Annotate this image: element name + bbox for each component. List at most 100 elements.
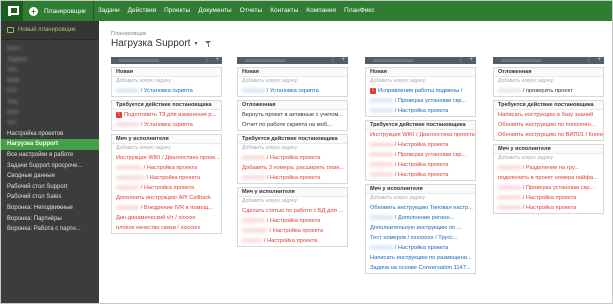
task-card[interactable]: xxxxxxx / Настройка проекта	[238, 236, 347, 246]
task-card[interactable]: Обновить инструкцию по ВИП01 / Кнопк...	[494, 130, 603, 140]
add-icon[interactable]: +	[597, 57, 601, 64]
task-card[interactable]: Добавить 3 номера, расширить план...	[238, 163, 347, 173]
sidebar-item[interactable]: Рабочий стол Sales	[1, 192, 99, 203]
more-icon[interactable]: ⋮	[330, 57, 336, 64]
sidebar-item[interactable]: Сводные данные	[1, 171, 99, 182]
task-card[interactable]: xxxxxxxx / Проверка установки скр...	[494, 183, 603, 193]
nav-item[interactable]: Компания	[302, 1, 340, 21]
task-card[interactable]: xxxxxxxxxx / Настройка проекта	[112, 173, 221, 183]
task-card[interactable]: xxxxxxxx / Настройка проекта	[494, 203, 603, 213]
sidebar-item[interactable]: Нагрузка Support	[1, 139, 99, 150]
task-card[interactable]: xxxxxxxx / Настройка проекта	[366, 170, 475, 180]
task-card[interactable]: xxxxxxxx / Внедрение IVR в помощ...	[112, 203, 221, 213]
task-card[interactable]: Написать инструкцию по размещени...	[366, 253, 475, 263]
task-card[interactable]: плохое качество связи / xxxxxxx	[112, 223, 221, 233]
task-card[interactable]: ! Подготовить ТЗ для изменения р...	[112, 110, 221, 120]
add-icon[interactable]: +	[215, 57, 219, 64]
task-card[interactable]: xxxxxxxxx / Настройка проекта	[238, 226, 347, 236]
task-card[interactable]: xxxxxxxx / Настройка проекта	[238, 216, 347, 226]
add-task-link[interactable]: Добавить новую задачу	[112, 144, 221, 153]
add-task-link[interactable]: Добавить новую задачу	[112, 77, 221, 86]
filter-icon[interactable]	[205, 40, 212, 47]
task-card[interactable]: Инструкция WIKI / Диагностика проек...	[112, 153, 221, 163]
breadcrumb[interactable]: Планировщик	[111, 31, 146, 37]
sidebar-item[interactable]: Задачи Support просроче...	[1, 161, 99, 172]
add-icon[interactable]: +	[341, 57, 345, 64]
task-card[interactable]: Инструкция WIKI / Диагностика проекта	[366, 130, 475, 140]
add-task-link[interactable]: Добавить новую задачу	[366, 77, 475, 86]
sidebar-item[interactable]: Арх	[1, 65, 99, 76]
task-card[interactable]: Тест номеров / xxxxxxxx / Трусс...	[366, 233, 475, 243]
add-task-link[interactable]: Добавить новую задачу	[494, 77, 603, 86]
app-name[interactable]: Планировщик	[44, 8, 93, 15]
add-task-link[interactable]: Добавить новую задачу	[494, 154, 603, 163]
nav-item[interactable]: Документы	[194, 1, 236, 21]
nav-item[interactable]: Отчеты	[236, 1, 266, 21]
sidebar-item[interactable]: Акт	[1, 118, 99, 129]
planfix-logo-icon[interactable]	[1, 1, 23, 21]
more-icon[interactable]: ⋮	[586, 57, 592, 64]
task-card[interactable]: xxxxxxxx / Установка скрипта	[112, 120, 221, 130]
sidebar-item[interactable]: Воронка: Партнёры	[1, 214, 99, 225]
task-card[interactable]: xxxxxxxxx / Настройка проекта	[112, 163, 221, 173]
sidebar-item[interactable]: Билл	[1, 44, 99, 55]
plus-icon[interactable]: +	[29, 6, 38, 16]
task-card[interactable]: xxxxxxxx / Установка скрипта	[238, 86, 347, 96]
new-planner-button[interactable]: Новый планировщик	[1, 21, 99, 40]
sidebar-item[interactable]: Инб	[1, 108, 99, 119]
sidebar-item[interactable]: Воронка: Работа с партн...	[1, 224, 99, 235]
task-card[interactable]: Вернуть проект в активные с учетом...	[238, 110, 347, 120]
task-card[interactable]: xxxxxxxx / Разделение на гру...	[494, 163, 603, 173]
task-card[interactable]: Дополнить инструкцию API Callback	[112, 193, 221, 203]
task-card[interactable]: Обновить инструкцию по пополнен...	[494, 120, 603, 130]
add-task-link[interactable]: Добавить новую задачу	[238, 197, 347, 206]
task-title: Дополнительную инструкцию по ...	[370, 225, 462, 231]
sidebar-item[interactable]: Зад	[1, 97, 99, 108]
task-card[interactable]: ! Исправления работы подмены /	[366, 86, 475, 96]
task-card[interactable]: xxxxxxxx / Настройка проекта	[494, 193, 603, 203]
task-card[interactable]: xxxxxxxx / Проверка установки скр...	[366, 150, 475, 160]
task-card[interactable]: xxxxxxxx / Дополнение регион...	[366, 213, 475, 223]
task-title: / Настройка проекта	[266, 155, 321, 161]
task-card[interactable]: xxxxxxxx / Настройка проекта	[238, 153, 347, 163]
task-card[interactable]: xxxxxxxx / Настройка проекта	[366, 106, 475, 116]
task-owner: xxxxxxxx	[498, 165, 521, 171]
task-card[interactable]: Дин.динамический к/т / xxxxxx	[112, 213, 221, 223]
add-icon[interactable]: +	[469, 57, 473, 64]
task-card[interactable]: Сделать статью по работе с БД для ...	[238, 206, 347, 216]
task-card[interactable]: Обновить инструкцию Типовая настр...	[366, 203, 475, 213]
add-task-link[interactable]: Добавить новую задачу	[238, 77, 347, 86]
task-card[interactable]: Отчет по работе скрипта на моб...	[238, 120, 347, 130]
nav-item[interactable]: Контакты	[266, 1, 302, 21]
task-card[interactable]: Задача на основе Conversation 1147...	[366, 263, 475, 273]
task-card[interactable]: xxxxxxxx / Проверка установки скр...	[366, 96, 475, 106]
sidebar-item[interactable]: Все настройки в работе	[1, 150, 99, 161]
sidebar-item[interactable]: Отк	[1, 86, 99, 97]
task-card[interactable]: xxxxxxxx / Настройка проекта	[366, 140, 475, 150]
sidebar-item[interactable]: Воронка: Неподвижные	[1, 203, 99, 214]
chevron-down-icon[interactable]: ▾	[194, 40, 197, 47]
more-icon[interactable]: ⋮	[458, 57, 464, 64]
nav-item[interactable]: ПланФикс	[340, 1, 378, 21]
sidebar-item[interactable]: Рабочий стол Support	[1, 182, 99, 193]
task-card[interactable]: xxxxxxxx / Настройка проекта	[238, 173, 347, 183]
task-card[interactable]: xxxxxxxx / Настройка проекта	[112, 183, 221, 193]
task-card[interactable]: xxxxxxxx / Настройка проекта	[366, 160, 475, 170]
more-icon[interactable]: ⋮	[204, 57, 210, 64]
task-card[interactable]: Написать инструкцию в базу знаний	[494, 110, 603, 120]
task-card[interactable]: xxxxxxxx / проверить проект	[494, 86, 603, 96]
task-card[interactable]: подключить в проект номера пайфа...	[494, 173, 603, 183]
task-card[interactable]: xxxxxxxx / Установка скрипта	[112, 86, 221, 96]
page-title[interactable]: Нагрузка Support ▾	[111, 38, 212, 49]
task-card[interactable]: xxxxxxxx / Настройка проекта	[366, 243, 475, 253]
nav-item[interactable]: Задачи	[94, 1, 124, 21]
nav-item[interactable]: Действия	[124, 1, 160, 21]
sidebar-item[interactable]: Мой	[1, 76, 99, 87]
sidebar-item[interactable]: Настройка проектов	[1, 129, 99, 140]
add-task-link[interactable]: Добавить новую задачу	[238, 144, 347, 153]
status-section: Требуется действие постановщика Написать …	[493, 100, 604, 141]
add-task-link[interactable]: Добавить новую задачу	[366, 194, 475, 203]
task-card[interactable]: Дополнительную инструкцию по ...	[366, 223, 475, 233]
nav-item[interactable]: Проекты	[160, 1, 194, 21]
sidebar-item[interactable]: Задачи	[1, 55, 99, 66]
